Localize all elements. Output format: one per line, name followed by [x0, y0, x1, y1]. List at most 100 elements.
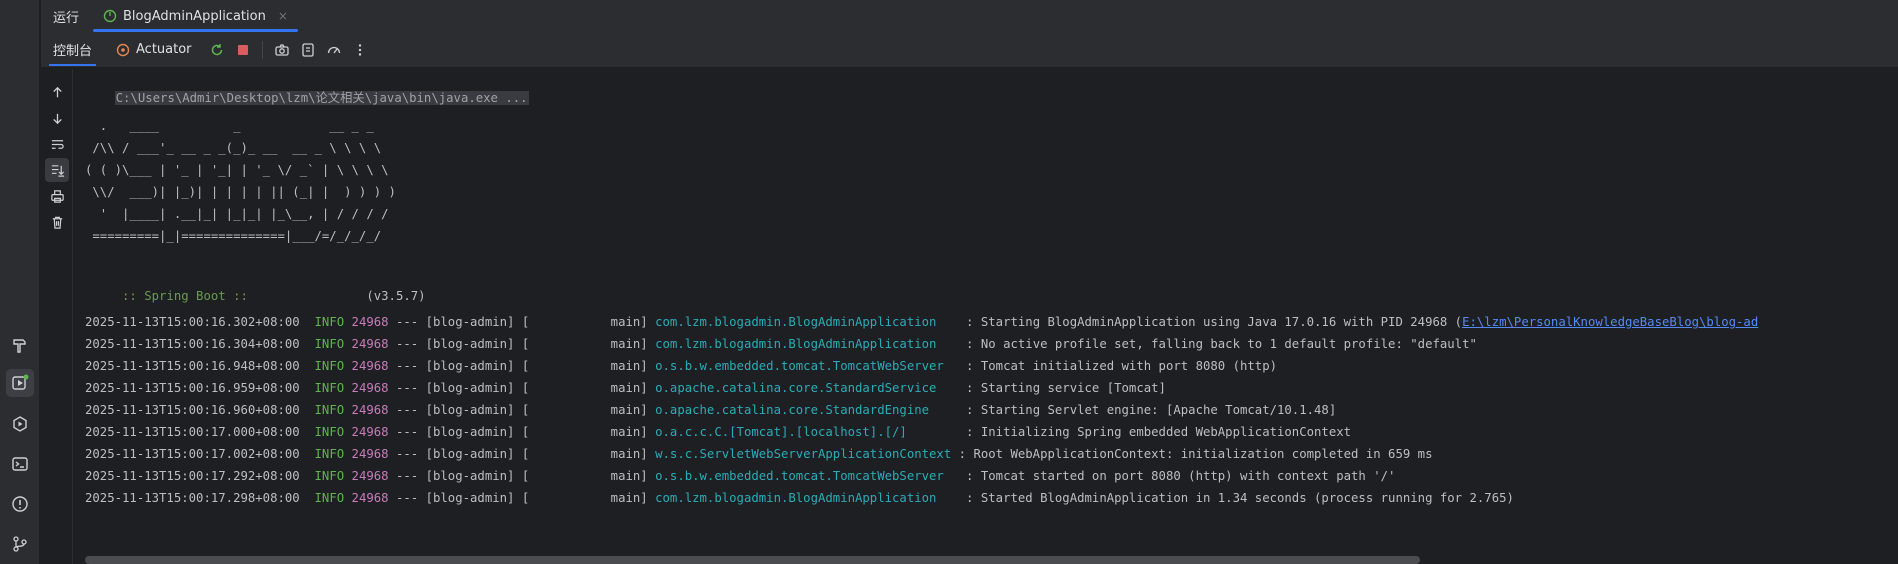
log-level: INFO — [314, 315, 345, 329]
horizontal-scrollbar[interactable] — [85, 556, 1420, 564]
banner-line: =========|_|==============|___/=/_/_/_/ — [85, 229, 382, 243]
git-branch-icon — [13, 536, 27, 552]
actuator-icon — [116, 43, 130, 56]
spring-boot-icon — [103, 9, 117, 23]
tab-label: BlogAdminApplication — [123, 8, 266, 24]
terminal-icon — [12, 457, 28, 471]
banner-line: ' |____| .__|_| |_|_| |_\__, | / / / / — [85, 207, 389, 221]
log-pid: 24968 — [351, 315, 389, 329]
log-thread: --- [blog-admin] [ main] — [388, 315, 656, 329]
log-message: : Starting service [Tomcat] — [958, 381, 1166, 395]
print-button[interactable] — [45, 184, 69, 208]
tool-window-bar — [0, 0, 40, 564]
log-level: INFO — [314, 403, 345, 417]
banner-line: ( ( )\___ | '_ | '_| | '_ \/ _` | \ \ \ … — [85, 163, 389, 177]
run-tool-button[interactable] — [6, 369, 34, 397]
log-message: : No active profile set, falling back to… — [958, 337, 1477, 351]
spring-boot-version: (v3.5.7) — [255, 289, 426, 303]
log-thread: --- [blog-admin] [ main] — [388, 469, 656, 483]
problems-tool-button[interactable] — [6, 490, 34, 518]
log-line: 2025-11-13T15:00:17.000+08:00 INFO 24968… — [85, 423, 1351, 441]
actuator-tab-label: Actuator — [136, 42, 192, 57]
log-thread: --- [blog-admin] [ main] — [388, 403, 656, 417]
log-message: : Started BlogAdminApplication in 1.34 s… — [958, 491, 1514, 505]
run-window-title: 运行 — [53, 10, 80, 26]
stop-icon — [237, 44, 248, 55]
dump-icon — [301, 42, 314, 57]
banner-line: \\/ ___)| |_)| | | | | || (_| | ) ) ) ) — [85, 185, 396, 199]
build-tool-button[interactable] — [6, 331, 34, 359]
log-timestamp: 2025-11-13T15:00:17.000+08:00 — [85, 425, 300, 439]
log-message: : Root WebApplicationContext: initializa… — [951, 447, 1433, 461]
git-tool-button[interactable] — [6, 530, 34, 558]
log-timestamp: 2025-11-13T15:00:16.304+08:00 — [85, 337, 300, 351]
more-vertical-icon — [358, 43, 361, 56]
log-line: 2025-11-13T15:00:16.948+08:00 INFO 24968… — [85, 357, 1277, 375]
console-tab-label: 控制台 — [53, 44, 93, 59]
log-timestamp: 2025-11-13T15:00:16.960+08:00 — [85, 403, 300, 417]
camera-icon — [274, 43, 289, 56]
terminal-tool-button[interactable] — [6, 450, 34, 478]
rerun-icon — [211, 43, 222, 55]
log-level: INFO — [314, 425, 345, 439]
log-timestamp: 2025-11-13T15:00:16.959+08:00 — [85, 381, 300, 395]
problems-icon — [12, 496, 28, 512]
arrow-down-icon — [52, 113, 62, 124]
command-line[interactable]: C:\Users\Admir\Desktop\lzm\论文相关\java\bin… — [85, 71, 529, 105]
services-tool-button[interactable] — [6, 410, 34, 438]
log-timestamp: 2025-11-13T15:00:17.298+08:00 — [85, 491, 300, 505]
log-thread: --- [blog-admin] [ main] — [388, 337, 656, 351]
profiler-button[interactable] — [322, 38, 346, 62]
close-icon[interactable]: × — [278, 9, 288, 23]
stop-button[interactable] — [231, 38, 255, 62]
printer-icon — [50, 189, 64, 203]
log-message: : Starting Servlet engine: [Apache Tomca… — [958, 403, 1337, 417]
soft-wrap-button[interactable] — [45, 132, 69, 156]
log-thread: --- [blog-admin] [ main] — [388, 381, 656, 395]
thread-dump-button[interactable] — [296, 38, 320, 62]
log-level: INFO — [314, 337, 345, 351]
log-timestamp: 2025-11-13T15:00:17.002+08:00 — [85, 447, 300, 461]
log-pid: 24968 — [351, 359, 389, 373]
tab-actuator[interactable]: Actuator — [104, 32, 204, 68]
scroll-to-end-button[interactable] — [45, 158, 69, 182]
tab-blog-admin-application[interactable]: BlogAdminApplication × — [93, 0, 298, 32]
speedometer-icon — [327, 46, 340, 53]
hammer-icon — [13, 339, 26, 353]
log-pid: 24968 — [351, 469, 389, 483]
log-line: 2025-11-13T15:00:17.298+08:00 INFO 24968… — [85, 489, 1514, 507]
rerun-button[interactable] — [205, 38, 229, 62]
soft-wrap-icon — [51, 139, 64, 149]
log-logger: o.s.b.w.embedded.tomcat.TomcatWebServer — [655, 359, 959, 373]
log-pid: 24968 — [351, 491, 389, 505]
log-thread: --- [blog-admin] [ main] — [388, 447, 656, 461]
more-options-button[interactable] — [348, 38, 372, 62]
log-line: 2025-11-13T15:00:17.292+08:00 INFO 24968… — [85, 467, 1395, 485]
log-line: 2025-11-13T15:00:16.960+08:00 INFO 24968… — [85, 401, 1336, 419]
log-timestamp: 2025-11-13T15:00:16.948+08:00 — [85, 359, 300, 373]
log-message: : Tomcat initialized with port 8080 (htt… — [958, 359, 1278, 373]
java-command[interactable]: C:\Users\Admir\Desktop\lzm\论文相关\java\bin… — [114, 91, 529, 105]
log-pid: 24968 — [351, 425, 389, 439]
arrow-up-icon — [52, 86, 62, 97]
scroll-to-end-icon — [51, 164, 64, 177]
log-message: : Initializing Spring embedded WebApplic… — [958, 425, 1352, 439]
log-logger: com.lzm.blogadmin.BlogAdminApplication — [655, 315, 959, 329]
log-level: INFO — [314, 381, 345, 395]
log-logger: o.apache.catalina.core.StandardService — [655, 381, 959, 395]
log-logger: o.apache.catalina.core.StandardEngine — [655, 403, 959, 417]
log-logger: com.lzm.blogadmin.BlogAdminApplication — [655, 491, 959, 505]
clear-all-button[interactable] — [45, 210, 69, 234]
run-tab-strip: 运行 BlogAdminApplication × — [41, 0, 1898, 32]
log-line: 2025-11-13T15:00:16.959+08:00 INFO 24968… — [85, 379, 1166, 397]
scroll-down-button[interactable] — [45, 106, 69, 130]
banner-line: . ____ _ __ _ _ — [85, 119, 374, 133]
log-logger: o.s.b.w.embedded.tomcat.TomcatWebServer — [655, 469, 959, 483]
screenshot-button[interactable] — [270, 38, 294, 62]
console-output[interactable]: C:\Users\Admir\Desktop\lzm\论文相关\java\bin… — [85, 69, 1898, 564]
log-pid: 24968 — [351, 403, 389, 417]
tab-console[interactable]: 控制台 — [41, 32, 104, 68]
scroll-up-button[interactable] — [45, 80, 69, 104]
log-path-link[interactable]: E:\lzm\PersonalKnowledgeBaseBlog\blog-ad — [1462, 315, 1758, 329]
log-line: 2025-11-13T15:00:16.302+08:00 INFO 24968… — [85, 313, 1758, 331]
